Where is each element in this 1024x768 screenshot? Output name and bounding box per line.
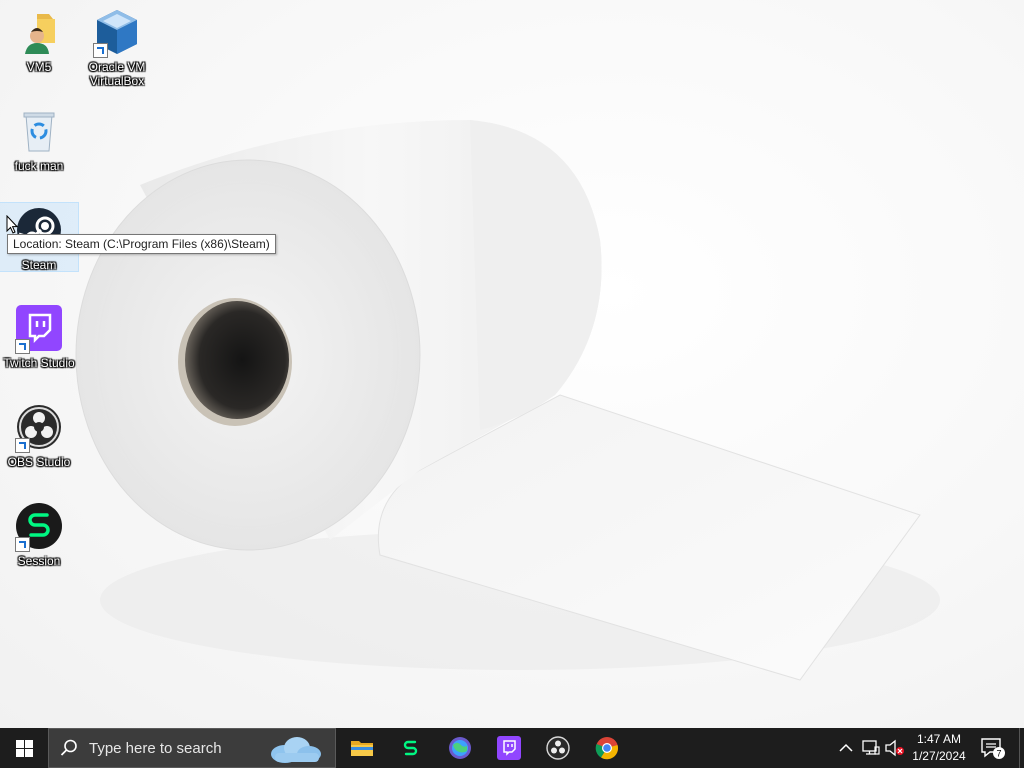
action-center-button[interactable]: 7 [980, 736, 1006, 765]
taskbar-twitch-studio[interactable] [485, 728, 533, 768]
desktop-icon-label: fuck man [14, 159, 64, 173]
weather-cloud-icon[interactable] [265, 734, 323, 764]
steam-location-tooltip: Location: Steam (C:\Program Files (x86)\… [7, 234, 276, 254]
windows-logo-icon [15, 739, 33, 757]
chrome-icon [595, 737, 619, 760]
obs-icon [546, 736, 570, 760]
show-hidden-icons-chevron-icon[interactable] [838, 738, 854, 758]
start-button[interactable] [0, 728, 48, 768]
clock-date: 1/27/2024 [912, 749, 966, 763]
clock-time: 1:47 AM [916, 732, 962, 746]
shortcut-arrow-icon [15, 537, 30, 552]
notification-count: 7 [996, 749, 1001, 759]
system-clock[interactable]: 1:47 AM 1/27/2024 [908, 731, 970, 765]
obs-icon [15, 403, 63, 453]
mouse-cursor-icon [6, 215, 18, 234]
show-desktop-button[interactable] [1019, 728, 1024, 768]
search-icon [60, 739, 77, 756]
virtualbox-icon [93, 8, 141, 58]
desktop-icon-twitch-studio[interactable]: Twitch Studio [0, 304, 78, 370]
taskbar-obs-studio[interactable] [534, 728, 582, 768]
session-icon [15, 502, 63, 552]
desktop-icon-vm5[interactable]: VM5 [0, 8, 78, 74]
session-icon [403, 740, 418, 756]
file-explorer-icon [351, 741, 373, 756]
desktop-icon-recycle-bin[interactable]: fuck man [0, 107, 78, 173]
shortcut-arrow-icon [15, 438, 30, 453]
search-placeholder: Type here to search [89, 740, 222, 757]
desktop-icon-label: Session [17, 554, 61, 568]
taskbar-browser[interactable] [436, 728, 484, 768]
recycle-bin-icon [15, 107, 63, 155]
desktop-icon-virtualbox[interactable]: Oracle VM VirtualBox [78, 8, 156, 88]
desktop-icon-label: OBS Studio [7, 455, 71, 469]
desktop-icon-obs-studio[interactable]: OBS Studio [0, 403, 78, 469]
taskbar: Type here to search 1:47 AM 1/27/2024 7 [0, 728, 1024, 768]
shortcut-arrow-icon [15, 339, 30, 354]
network-icon[interactable] [862, 739, 880, 757]
desktop-icon-label: Oracle VM VirtualBox [88, 60, 146, 88]
twitch-icon [15, 304, 63, 354]
wallpaper-image [75, 120, 940, 681]
browser-globe-icon [449, 737, 471, 759]
shortcut-arrow-icon [93, 43, 108, 58]
taskbar-search-box[interactable]: Type here to search [48, 728, 336, 768]
twitch-icon [497, 736, 521, 760]
taskbar-file-explorer[interactable] [338, 728, 386, 768]
notification-icon: 7 [981, 738, 1005, 759]
desktop-icon-label: Steam [21, 258, 57, 272]
taskbar-session[interactable] [387, 728, 435, 768]
desktop-icon-label: Twitch Studio [3, 356, 75, 370]
desktop-icon-session[interactable]: Session [0, 502, 78, 568]
folder-user-icon [15, 8, 63, 56]
taskbar-chrome[interactable] [583, 728, 631, 768]
desktop[interactable]: VM5 Oracle VM VirtualBox fuck man Steam … [0, 0, 1024, 728]
desktop-icon-label: VM5 [26, 60, 52, 74]
volume-muted-icon[interactable] [885, 739, 905, 757]
